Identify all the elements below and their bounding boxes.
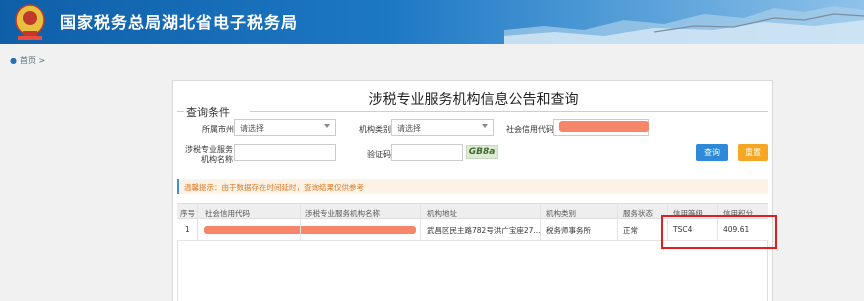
fieldset-border-right <box>250 111 768 112</box>
column-divider <box>197 203 198 241</box>
header-banner: 国家税务总局湖北省电子税务局 <box>0 0 864 44</box>
location-pin-icon: ● <box>10 56 17 65</box>
th-category: 机构类别 <box>546 209 576 218</box>
th-status: 服务状态 <box>623 209 653 218</box>
org-name-input[interactable] <box>234 144 336 161</box>
captcha-image[interactable]: GB8a <box>466 145 498 159</box>
column-divider <box>420 203 421 241</box>
query-button[interactable]: 查询 <box>696 144 728 161</box>
credit-code-label: 社会信用代码 <box>506 125 554 134</box>
cell-index: 1 <box>185 225 190 234</box>
reset-button[interactable]: 重置 <box>738 144 768 161</box>
redaction-mark <box>559 121 649 132</box>
chevron-down-icon <box>482 124 488 128</box>
column-divider <box>300 203 301 241</box>
th-credit-code: 社会信用代码 <box>205 209 250 218</box>
th-address: 机构地址 <box>427 209 457 218</box>
org-name-label: 涉税专业服务 机构名称 <box>185 145 233 165</box>
fieldset-border-left <box>177 111 184 112</box>
category-select[interactable]: 请选择 <box>391 119 494 136</box>
highlight-box <box>661 215 777 249</box>
cell-address: 武昌区民主路782号洪广宝座27... <box>427 226 541 235</box>
cell-category: 税务师事务所 <box>546 226 591 235</box>
city-label: 所属市州 <box>202 125 234 134</box>
redaction-mark <box>204 226 416 234</box>
category-label: 机构类别 <box>359 125 391 134</box>
breadcrumb-home[interactable]: 首页 <box>20 56 36 65</box>
chevron-down-icon <box>324 124 330 128</box>
page-title: 涉税专业服务机构信息公告和查询 <box>368 92 579 108</box>
th-index: 序号 <box>180 209 195 218</box>
captcha-label: 验证码 <box>367 150 391 159</box>
cell-status: 正常 <box>623 226 638 235</box>
column-divider <box>617 203 618 241</box>
org-name-label-line2: 机构名称 <box>201 155 233 164</box>
query-conditions-legend: 查询条件 <box>186 106 230 119</box>
captcha-input[interactable] <box>391 144 463 161</box>
th-org-name: 涉税专业服务机构名称 <box>305 209 380 218</box>
notice-banner: 温馨提示：由于数据存在时间延时，查询结果仅供参考 <box>177 179 768 194</box>
category-select-value: 请选择 <box>397 124 421 133</box>
breadcrumb-separator: > <box>38 56 46 65</box>
city-select[interactable]: 请选择 <box>234 119 336 136</box>
column-divider <box>540 203 541 241</box>
great-wall-decoration <box>504 6 864 44</box>
breadcrumb: ● 首页 > <box>10 55 45 66</box>
site-title: 国家税务总局湖北省电子税务局 <box>60 13 299 32</box>
org-name-label-line1: 涉税专业服务 <box>185 145 233 154</box>
city-select-value: 请选择 <box>240 124 264 133</box>
tax-emblem-icon <box>15 4 45 40</box>
